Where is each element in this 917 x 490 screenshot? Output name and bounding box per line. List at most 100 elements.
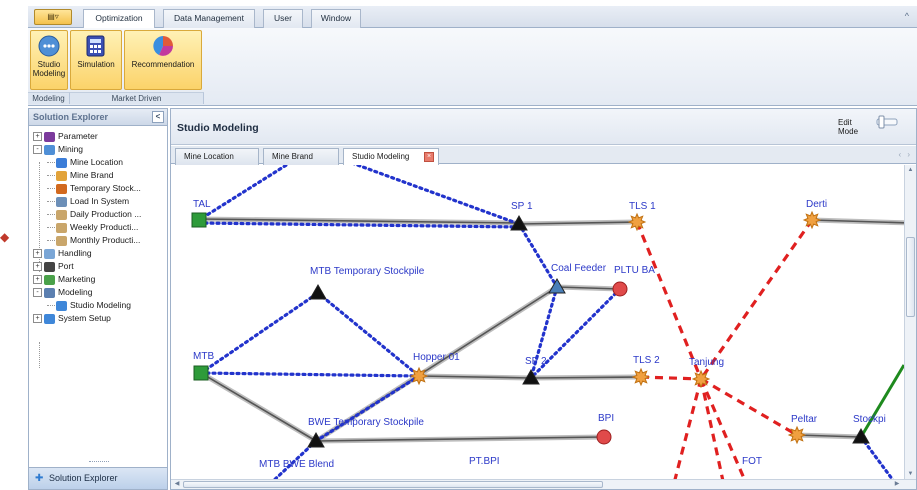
tree-item-system-setup[interactable]: + System Setup [33, 312, 111, 325]
recommendation-label: Recommendation [131, 60, 195, 69]
tab-mine-brand[interactable]: Mine Brand [263, 148, 339, 165]
tree-item-mine-brand[interactable]: Mine Brand [47, 169, 113, 182]
node-mtb[interactable] [193, 365, 209, 381]
tab-optimization[interactable]: Optimization [83, 9, 155, 29]
workspace-header: Studio Modeling Edit Mode [171, 109, 916, 145]
tab-window[interactable]: Window [311, 9, 361, 28]
node-mtbtemp[interactable] [309, 283, 327, 300]
node-label-tls1: TLS 1 [629, 201, 656, 212]
tree-item-daily-production[interactable]: Daily Production ... [47, 208, 141, 221]
edge-truck-sp1-coalfeeder[interactable] [517, 222, 559, 289]
expand-icon[interactable]: + [33, 132, 42, 142]
ribbon-tab-bar: ▤▿ Optimization Data Management User Win… [28, 6, 917, 29]
tree-item-label: Mining [58, 144, 84, 154]
ribbon-collapse-icon[interactable]: ^ [905, 11, 909, 21]
edge-barge-tanjung-offscreen_bottomleft[interactable] [671, 378, 703, 480]
load-icon [56, 196, 67, 207]
tree-item-modeling[interactable]: - Modeling [33, 286, 93, 299]
edge-barge-derti-tanjung[interactable] [699, 219, 814, 380]
tree-item-monthly-producti[interactable]: Monthly Producti... [47, 234, 140, 247]
edit-mode-toggle[interactable] [876, 115, 898, 129]
node-label-hopper01: Hopper 01 [413, 352, 460, 363]
edit-mode-label: Edit Mode [838, 118, 859, 136]
horizontal-scroll-thumb[interactable] [183, 481, 603, 488]
tree-item-weekly-producti[interactable]: Weekly Producti... [47, 221, 138, 234]
tab-studio-modeling[interactable]: Studio Modeling × [343, 148, 439, 165]
flow-diagram[interactable] [171, 165, 904, 480]
tree-item-load-in-system[interactable]: Load In System [47, 195, 129, 208]
close-tab-icon[interactable]: × [424, 152, 434, 162]
tab-data-management[interactable]: Data Management [163, 9, 255, 28]
tree-item-handling[interactable]: + Handling [33, 247, 92, 260]
studio-modeling-icon [38, 35, 60, 57]
recommendation-button[interactable]: Recommendation [124, 30, 202, 90]
marketing-icon [44, 274, 55, 285]
collapse-icon[interactable]: - [33, 145, 42, 155]
parameter-icon [44, 131, 55, 142]
edge-barge-tanjung-fot[interactable] [699, 378, 747, 480]
expand-icon[interactable]: + [33, 249, 42, 259]
node-label-stockpile: Stockpi [853, 414, 886, 425]
edge-barge-tanjung-offscreen_bottom[interactable] [699, 378, 726, 480]
application-menu-button[interactable]: ▤▿ [34, 9, 72, 25]
simulation-button[interactable]: Simulation [70, 30, 122, 90]
window-edge-arrow-icon: ◆ [0, 230, 10, 244]
vertical-scrollbar[interactable]: ▲ ▼ [904, 165, 916, 480]
edge-truck-mtb-hopper01[interactable] [199, 371, 421, 378]
tree-item-studio-modeling[interactable]: Studio Modeling [47, 299, 131, 312]
tab-studio-modeling-label: Studio Modeling [352, 152, 410, 161]
tree-item-mine-location[interactable]: Mine Location [47, 156, 123, 169]
model-canvas[interactable]: TAL SP 1 TLS 1 Derti MTB Temporary Stockpile… [171, 165, 904, 480]
tree-item-label: System Setup [58, 313, 111, 323]
node-tal[interactable] [191, 212, 207, 228]
tree-item-port[interactable]: + Port [33, 260, 74, 273]
collapse-panel-button[interactable]: < [152, 111, 164, 123]
scroll-down-icon[interactable]: ▼ [906, 470, 915, 479]
port-icon [44, 261, 55, 272]
expand-icon[interactable]: + [33, 262, 42, 272]
expand-icon[interactable]: + [33, 275, 42, 285]
node-bpi[interactable] [596, 429, 612, 445]
tree-item-label: Daily Production ... [70, 209, 142, 219]
tree-item-parameter[interactable]: + Parameter [33, 130, 98, 143]
tab-user[interactable]: User [263, 9, 303, 28]
node-tls2[interactable] [631, 367, 651, 387]
edge-barge-tls2-tanjung[interactable] [640, 375, 702, 381]
scroll-up-icon[interactable]: ▲ [906, 166, 915, 175]
tab-mine-location[interactable]: Mine Location [175, 148, 259, 165]
daily-production-icon [56, 209, 67, 220]
scroll-right-icon[interactable]: ▶ [892, 480, 902, 489]
tab-scroll-arrows-icon[interactable]: ‹ › [898, 150, 912, 159]
edge-truck-offscreen_topleft-sp1[interactable] [341, 165, 521, 226]
brand-icon [56, 170, 67, 181]
node-tls1[interactable] [627, 212, 647, 232]
solution-explorer-header: Solution Explorer < [29, 109, 167, 126]
studio-modeling-button[interactable]: Studio Modeling [30, 30, 68, 90]
node-derti[interactable] [802, 210, 822, 230]
edge-rail-stockpile-offscreen_topright[interactable] [859, 364, 904, 438]
tree-item-label: Monthly Producti... [70, 235, 141, 245]
node-tanjung[interactable] [691, 369, 711, 389]
edge-conveyor-sp2-tls2[interactable] [530, 376, 642, 379]
expand-icon[interactable]: + [33, 314, 42, 324]
edge-barge-tanjung-peltar[interactable] [700, 377, 798, 437]
solution-explorer-footer-tab[interactable]: ✚ Solution Explorer [29, 467, 167, 489]
tree-item-marketing[interactable]: + Marketing [33, 273, 95, 286]
node-peltar[interactable] [787, 425, 807, 445]
edge-truck-hopper01-bwetemp[interactable] [314, 374, 421, 443]
node-label-pltuba: PLTU BA [614, 265, 655, 276]
tree-item-label: Weekly Producti... [70, 222, 139, 232]
vertical-scroll-thumb[interactable] [906, 237, 915, 317]
node-hopper01[interactable] [409, 366, 429, 386]
edge-truck-mtb-mtbtemp[interactable] [199, 291, 320, 375]
tree-item-mining[interactable]: - Mining [33, 143, 83, 156]
scroll-left-icon[interactable]: ◀ [172, 480, 182, 489]
node-pltuba[interactable] [612, 281, 628, 297]
edge-conveyor-mtb-bwetemp[interactable] [200, 372, 317, 442]
splitter-grip[interactable] [89, 461, 109, 465]
tree-item-temporary-stock[interactable]: Temporary Stock... [47, 182, 141, 195]
horizontal-scrollbar[interactable]: ◀ ▶ [171, 479, 916, 489]
collapse-icon[interactable]: - [33, 288, 42, 298]
edge-truck-mtbtemp-hopper01[interactable] [316, 291, 421, 378]
edge-truck-offscreen_top-tal[interactable] [197, 165, 296, 222]
